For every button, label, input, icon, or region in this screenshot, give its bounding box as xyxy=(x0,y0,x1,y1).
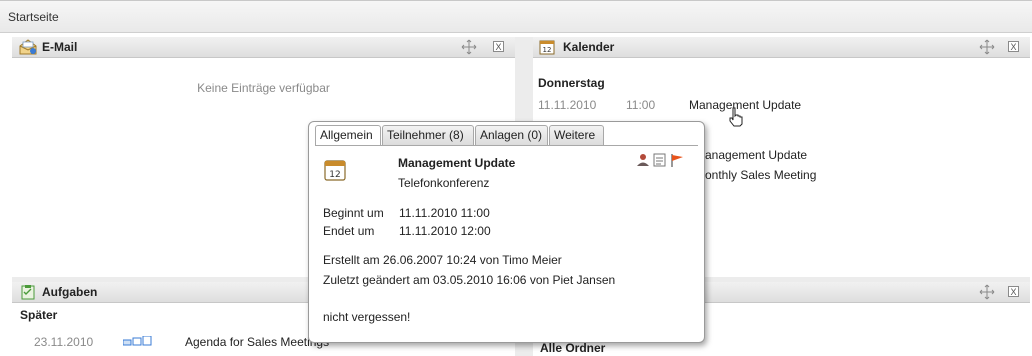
end-label: Endet um xyxy=(323,224,375,238)
calendar-widget-title: Kalender xyxy=(563,40,615,54)
calendar-list-item[interactable]: Monthly Sales Meeting xyxy=(695,168,816,182)
move-icon[interactable] xyxy=(979,284,995,300)
email-icon xyxy=(19,39,37,55)
email-widget-title: E-Mail xyxy=(42,40,78,54)
tab-more[interactable]: Weitere xyxy=(549,125,604,145)
tasks-icon xyxy=(21,285,35,300)
breadcrumb[interactable]: Startseite xyxy=(8,10,59,24)
close-button[interactable]: X xyxy=(493,41,504,52)
calendar-item-title[interactable]: Management Update xyxy=(689,98,801,112)
calendar-day-label: Donnerstag xyxy=(538,76,605,90)
close-button[interactable]: X xyxy=(1008,41,1019,52)
close-button[interactable]: X xyxy=(1008,286,1019,297)
move-icon[interactable] xyxy=(461,39,477,55)
tab-divider xyxy=(315,145,698,146)
email-widget-header[interactable]: E-Mail X xyxy=(12,37,515,58)
appointment-note: nicht vergessen! xyxy=(323,310,411,324)
start-label: Beginnt um xyxy=(323,206,384,220)
email-empty-text: Keine Einträge verfügbar xyxy=(197,81,330,95)
hand-cursor-icon xyxy=(729,107,743,127)
tab-attachments[interactable]: Anlagen (0) xyxy=(475,125,548,145)
created-info: Erstellt am 26.06.2007 10:24 von Timo Me… xyxy=(323,253,562,267)
event-location: Telefonkonferenz xyxy=(398,176,490,190)
priority-icon xyxy=(123,336,152,346)
calendar-list-item[interactable]: Management Update xyxy=(695,148,807,162)
move-icon[interactable] xyxy=(979,39,995,55)
tab-general[interactable]: Allgemein xyxy=(315,125,381,146)
calendar-item-time: 11:00 xyxy=(626,98,656,112)
calendar-widget-header[interactable]: 12 Kalender X xyxy=(533,37,1030,58)
event-title: Management Update xyxy=(398,156,516,170)
task-date: 23.11.2010 xyxy=(34,335,94,349)
participant-icon[interactable] xyxy=(636,153,650,167)
calendar-icon: 12 xyxy=(539,40,555,55)
folders-title: Alle Ordner xyxy=(540,341,606,355)
calendar-icon-day: 12 xyxy=(329,170,340,180)
breadcrumb-bar: Startseite xyxy=(0,0,1032,33)
flag-icon[interactable] xyxy=(670,153,684,167)
svg-text:12: 12 xyxy=(543,46,552,54)
appointment-calendar-icon: 12 xyxy=(324,160,346,181)
end-value: 11.11.2010 12:00 xyxy=(399,224,491,238)
tasks-widget-title: Aufgaben xyxy=(42,285,98,299)
calendar-item-date: 11.11.2010 xyxy=(538,98,597,112)
tab-participants[interactable]: Teilnehmer (8) xyxy=(382,125,474,145)
appointment-popup: Allgemein Teilnehmer (8) Anlagen (0) Wei… xyxy=(308,121,705,343)
start-value: 11.11.2010 11:00 xyxy=(399,206,490,220)
export-calendar-icon[interactable] xyxy=(653,153,667,167)
modified-info: Zuletzt geändert am 03.05.2010 16:06 von… xyxy=(323,273,616,287)
tasks-group-label: Später xyxy=(20,308,58,322)
